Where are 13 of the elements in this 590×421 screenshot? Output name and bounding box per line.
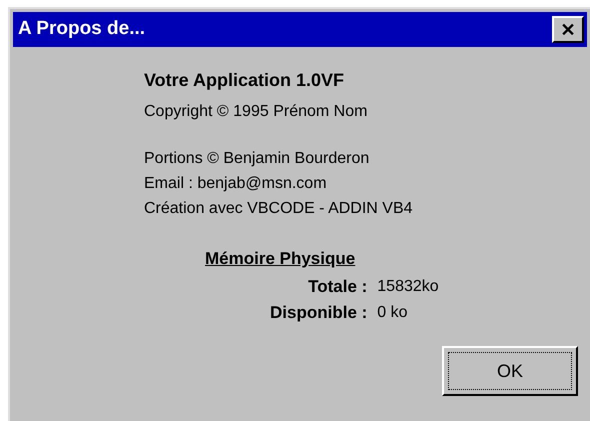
memory-value: 15832ko [377, 277, 439, 297]
app-title: Votre Application 1.0VF [144, 69, 346, 91]
credit-line: Portions © Benjamin Bourderon [144, 149, 370, 169]
memory-label: Totale : [308, 276, 368, 298]
memory-label: Disponible : [270, 302, 368, 324]
window-title: A Propos de... [18, 17, 146, 42]
credit-line: Création avec VBCODE - ADDIN VB4 [144, 199, 414, 219]
memory-value: 0 ko [377, 303, 409, 323]
copyright-text: Copyright © 1995 Prénom Nom [144, 102, 368, 122]
ok-button[interactable]: OK [442, 346, 578, 396]
credit-line: Email : benjab@msn.com [144, 174, 328, 194]
memory-heading: Mémoire Physique [205, 248, 356, 270]
close-button[interactable]: ✕ [552, 16, 584, 43]
